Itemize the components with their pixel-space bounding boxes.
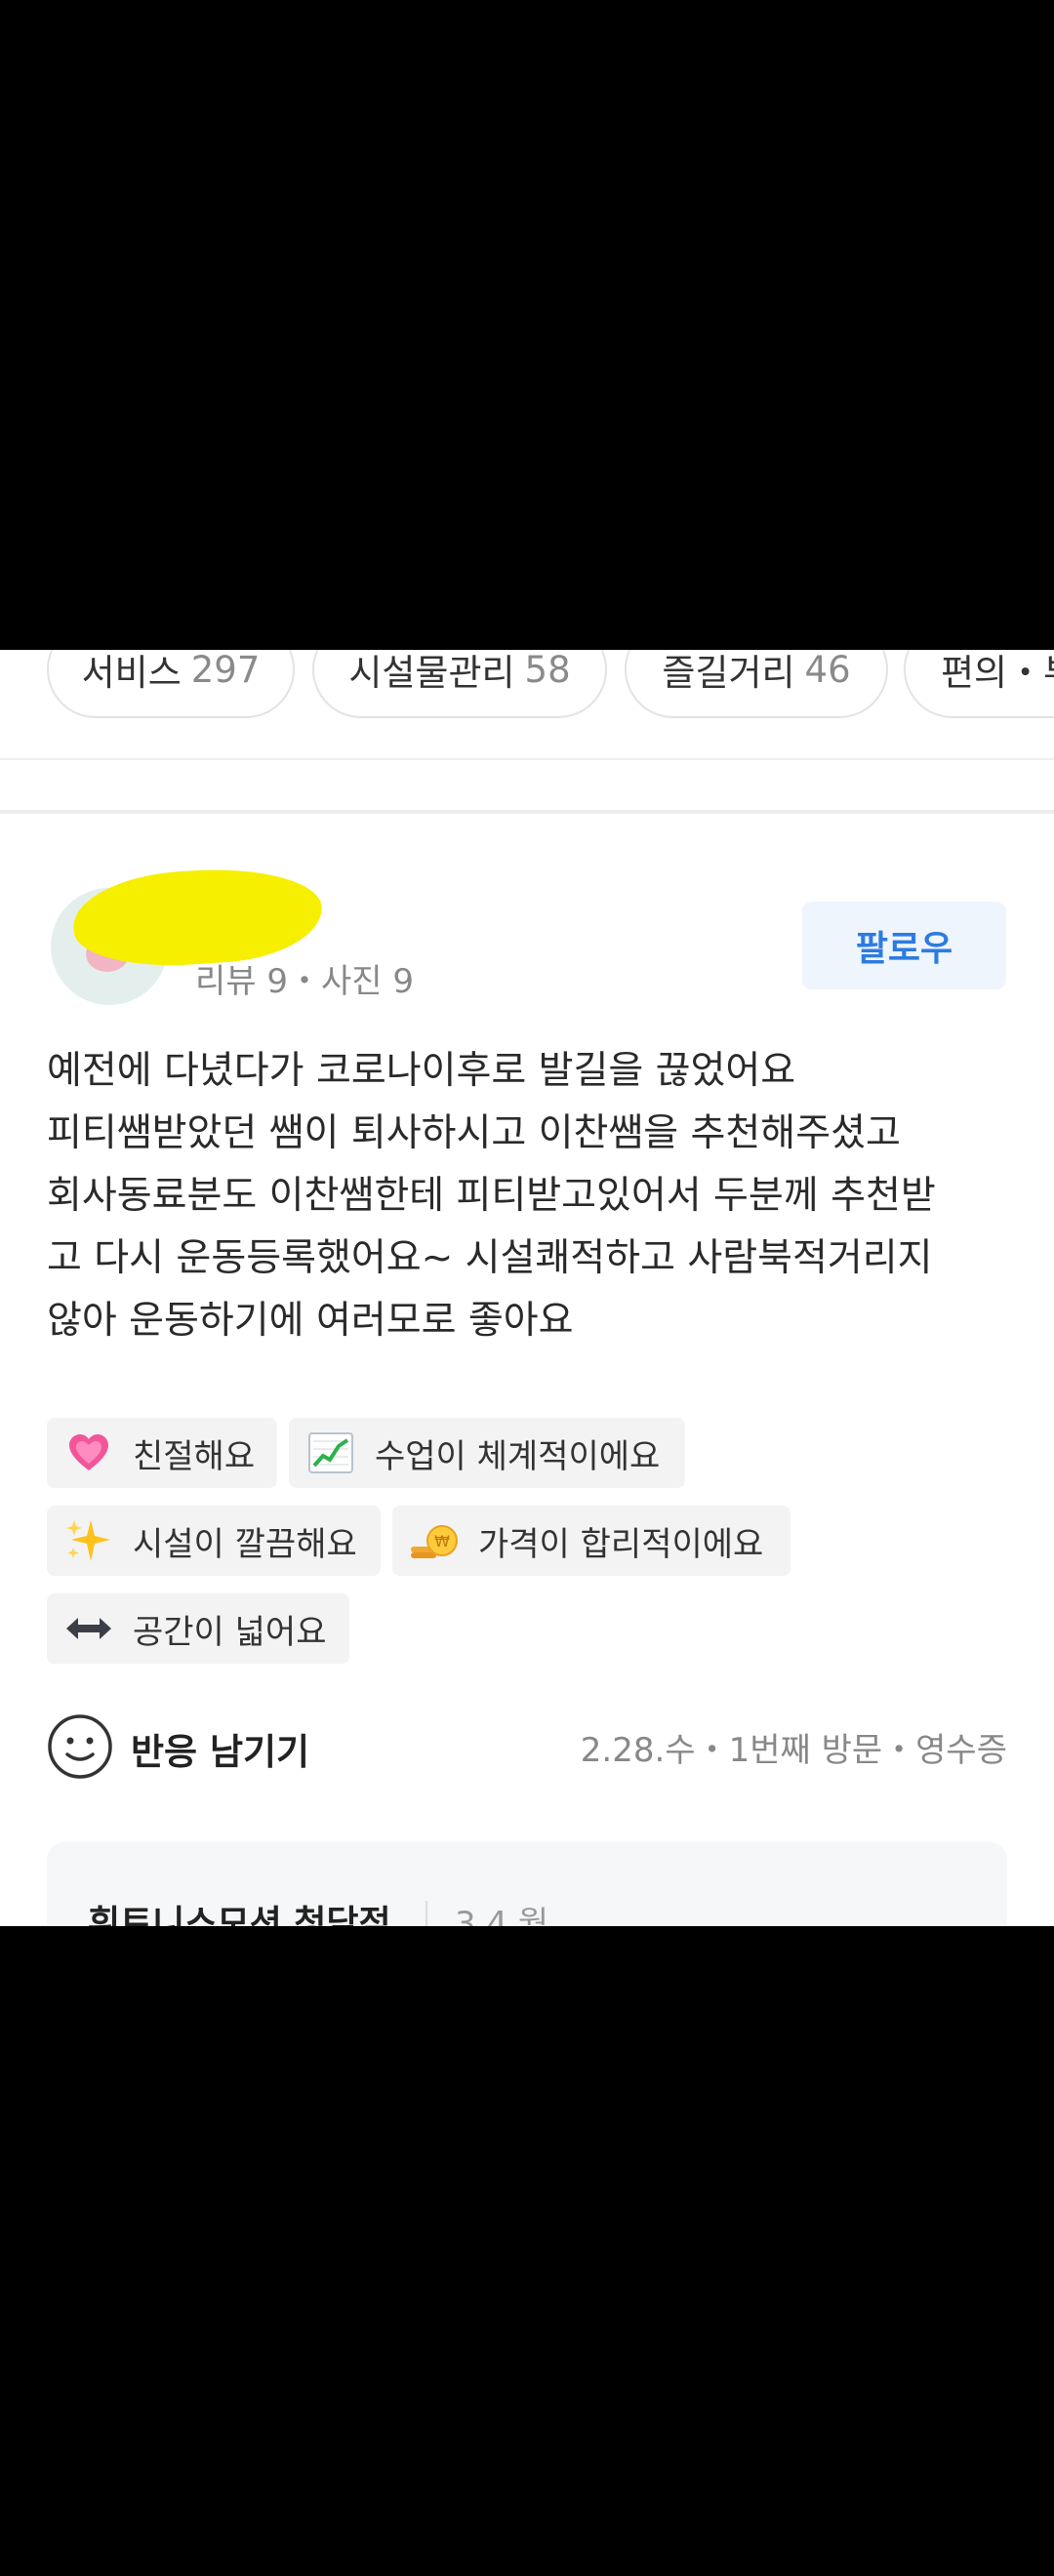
chip-label: 편의・부 (941, 652, 1054, 694)
svg-text:₩: ₩ (434, 1532, 450, 1550)
tag-label: 공간이 넓어요 (133, 1612, 327, 1652)
chip-count: 58 (524, 650, 571, 691)
place-card[interactable]: 휘트니스모션 청담점 3.4.월 (47, 1842, 1007, 1926)
visit-info: 2.28.수・1번째 방문・영수증 (580, 1731, 1007, 1770)
tag-label: 친절해요 (133, 1436, 256, 1476)
review-screen: 서비스297 시설물관리58 즐길거리46 편의・부 리뷰 9・사진 9 팔로우… (0, 650, 1054, 1926)
filter-chip-convenience[interactable]: 편의・부 (904, 650, 1054, 718)
reviewer-meta: 리뷰 9・사진 9 (195, 962, 414, 1001)
tag-label: 가격이 합리적이에요 (478, 1524, 764, 1564)
keyword-tag: 시설이 깔끔해요 (47, 1506, 381, 1576)
review-text: 예전에 다녔다가 코로나이후로 발길을 끊었어요 피티쌤받았던 쌤이 퇴사하시고… (47, 1049, 936, 1343)
separator (426, 1901, 427, 1926)
arrows-icon (64, 1607, 113, 1650)
keyword-tag: ₩ 가격이 합리적이에요 (392, 1506, 790, 1576)
filter-chip-entertainment[interactable]: 즐길거리 46 (625, 650, 888, 718)
leave-reaction-button[interactable]: 반응 남기기 (47, 1713, 309, 1784)
keyword-tag: 공간이 넓어요 (47, 1593, 349, 1664)
chart-icon (306, 1431, 355, 1474)
filter-chip-facility[interactable]: 시설물관리 58 (312, 650, 607, 718)
sparkles-icon (64, 1519, 113, 1562)
follow-button[interactable]: 팔로우 (802, 902, 1006, 989)
chip-count: 46 (804, 650, 851, 691)
chip-label: 서비스 (81, 652, 182, 694)
chip-count: 297 (190, 650, 261, 691)
keyword-tag: 친절해요 (47, 1418, 277, 1488)
keyword-tag: 수업이 체계적이에요 (289, 1418, 685, 1488)
coins-icon: ₩ (410, 1519, 459, 1562)
place-name: 휘트니스모션 청담점 (88, 1904, 391, 1926)
tag-label: 시설이 깔끔해요 (133, 1524, 357, 1564)
chip-label: 즐길거리 (662, 652, 795, 694)
section-divider (0, 810, 1054, 814)
smiley-icon (47, 1713, 113, 1784)
heart-icon (64, 1431, 113, 1474)
divider (0, 758, 1054, 760)
tag-label: 수업이 체계적이에요 (375, 1436, 661, 1476)
place-date: 3.4.월 (455, 1905, 549, 1926)
filter-chip-service[interactable]: 서비스 297 (47, 650, 295, 718)
reaction-label: 반응 남기기 (131, 1731, 310, 1773)
chip-label: 시설물관리 (348, 652, 515, 694)
filter-chip-row: 서비스297 시설물관리58 즐길거리46 편의・부 (0, 650, 1054, 722)
